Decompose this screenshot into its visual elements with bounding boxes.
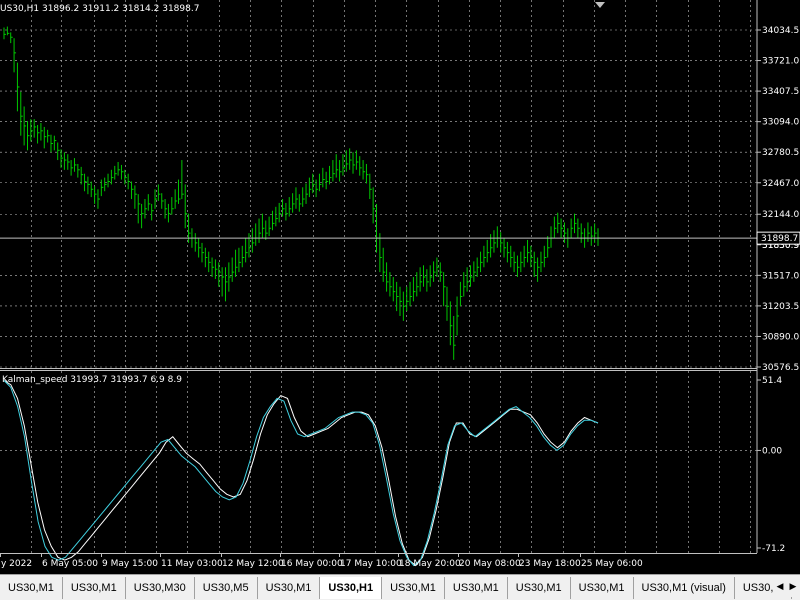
- price-tick-label: 32780.5: [762, 148, 799, 158]
- time-tick-label: 23 May 18:00: [519, 559, 581, 569]
- time-tick-label: 17 May 10:00: [340, 559, 402, 569]
- chart-tab[interactable]: US30,M5: [194, 577, 258, 599]
- symbol-label: US30,H1: [0, 4, 40, 14]
- chart-tab[interactable]: US30,M1: [382, 577, 445, 599]
- chart-tab[interactable]: US30,M30: [125, 577, 195, 599]
- indicator-label: Kalman_speed 31993.7 31993.7 6.9 8.9: [2, 375, 182, 385]
- chart-tab[interactable]: US30,M1: [0, 577, 63, 599]
- indicator-tick-label: 0.00: [762, 446, 782, 456]
- indicator-tick-label: -71.2: [762, 544, 785, 554]
- tab-scroll-left-icon[interactable]: ◀: [774, 577, 786, 597]
- ohlc-values: 31896.2 31911.2 31814.2 31898.7: [41, 4, 200, 14]
- chart-tab[interactable]: US30,H1: [320, 577, 383, 599]
- time-tick-label: 25 May 06:00: [581, 559, 643, 569]
- time-tick-label: 18 May 20:00: [399, 559, 461, 569]
- time-tick-label: 20 May 08:00: [459, 559, 521, 569]
- price-tick-label: 31203.5: [762, 302, 799, 312]
- current-price-label: 31898.7: [761, 234, 798, 244]
- indicator-tick-label: 51.4: [762, 376, 782, 386]
- price-tick-label: 30576.5: [762, 363, 799, 373]
- time-tick-label: y 2022: [1, 559, 32, 569]
- time-tick-label: 9 May 15:00: [102, 559, 158, 569]
- chart-symbol-header: US30,H1 31896.2 31911.2 31814.2 31898.7: [0, 4, 199, 14]
- price-tick-label: 30890.0: [762, 332, 799, 342]
- chart-tab[interactable]: US30,M1: [570, 577, 634, 599]
- chart-tab[interactable]: US30,M1: [507, 577, 571, 599]
- chart-area[interactable]: 34034.5 33721.0 33407.5 33094.0 32780.5 32467…: [0, 0, 800, 574]
- price-tick-label: 33407.5: [762, 87, 799, 97]
- chart-tab[interactable]: US30,M1: [444, 577, 508, 599]
- price-tick-label: 33721.0: [762, 57, 799, 67]
- price-tick-label: 34034.5: [762, 26, 799, 36]
- chart-tab-bar: US30,M1 US30,M1 US30,M30 US30,M5 US30,M1 US30…: [0, 574, 800, 600]
- price-tick-label: 31517.0: [762, 271, 799, 281]
- chart-tab[interactable]: US30,M1: [62, 577, 126, 599]
- chart-tab[interactable]: US30,M1: [257, 577, 321, 599]
- chart-tab[interactable]: US30,M1 (visual): [633, 577, 735, 599]
- price-tick-label: 32144.0: [762, 210, 799, 220]
- price-tick-label: 32467.0: [762, 179, 799, 189]
- price-tick-label: 33094.0: [762, 118, 799, 128]
- time-tick-label: 11 May 03:00: [161, 559, 223, 569]
- time-tick-label: 16 May 00:00: [281, 559, 343, 569]
- time-tick-label: 6 May 05:00: [42, 559, 98, 569]
- tab-scroll-right-icon[interactable]: ▶: [787, 577, 799, 597]
- time-tick-label: 12 May 12:00: [222, 559, 284, 569]
- chart-tabs: US30,M1 US30,M1 US30,M30 US30,M5 US30,M1 US30…: [0, 575, 792, 600]
